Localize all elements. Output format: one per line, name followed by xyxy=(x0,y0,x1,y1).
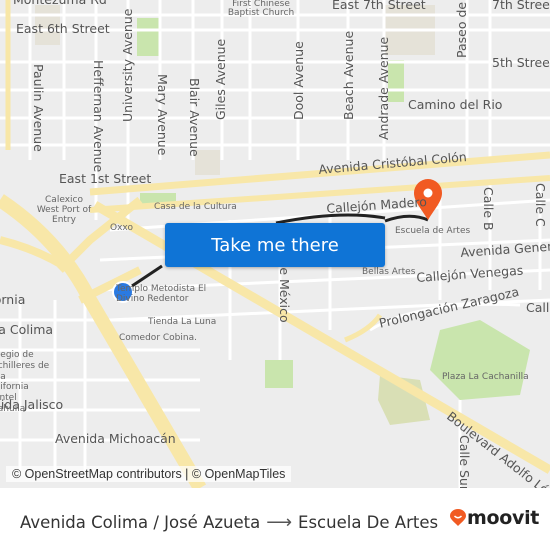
map-attribution[interactable]: © OpenStreetMap contributors | © OpenMap… xyxy=(6,466,292,482)
street-label: California xyxy=(0,292,26,307)
take-me-there-button[interactable]: Take me there xyxy=(165,223,385,267)
moovit-logo[interactable]: moovit xyxy=(449,507,539,529)
street-label: Avenida Michoacán xyxy=(55,431,176,446)
street-label: East 6th Street xyxy=(16,21,110,36)
poi-label: Tienda La Luna xyxy=(148,317,217,327)
moovit-wordmark: moovit xyxy=(467,507,540,529)
street-label: Beach Avenue xyxy=(341,30,356,120)
street-label: University Avenue xyxy=(120,8,135,122)
street-label: 5th Street xyxy=(492,55,550,70)
street-label: Calle B xyxy=(481,187,496,231)
poi-label: Colegio de Bachilleres de Baja Californi… xyxy=(0,350,50,414)
poi-label: Casa de la Cultura xyxy=(154,202,237,212)
poi-label: Templo Metodista El Divino Redentor xyxy=(116,284,207,305)
street-label: Paulin Avenue xyxy=(31,64,46,152)
route-summary: Avenida Colima / José Azueta ⟶ Escuela D… xyxy=(20,512,438,533)
street-label: Heffernan Avenue xyxy=(91,60,106,173)
street-label: Blair Avenue xyxy=(187,78,202,157)
street-label: Montezuma Rd xyxy=(13,0,107,7)
map[interactable]: Montezuma Rd East 6th Street East 7th St… xyxy=(0,0,550,488)
street-label: Calle Sur xyxy=(457,435,472,488)
poi-label: Bellas Artes xyxy=(362,267,416,277)
street-label: Calle C xyxy=(533,183,548,227)
park xyxy=(265,360,293,388)
street-label: Paseo de xyxy=(454,1,469,58)
street-label: Camino del Rio xyxy=(408,97,503,112)
poi-label: Calexico West Port of Entry xyxy=(36,195,92,225)
destination-stop: Escuela De Artes xyxy=(298,513,439,532)
street-label: Dool Avenue xyxy=(291,41,306,120)
moovit-pin-icon xyxy=(450,509,466,526)
origin-stop: Avenida Colima / José Azueta xyxy=(20,513,261,532)
street-label: Andrade Avenue xyxy=(376,36,391,140)
street-label: East 7th Street xyxy=(332,0,426,12)
street-label: Avenida Colima xyxy=(0,322,54,337)
poi-label: Comedor Cobina. xyxy=(119,333,197,343)
poi-label: Plaza La Cachanilla xyxy=(442,372,529,382)
street-label: Mary Avenue xyxy=(155,74,170,156)
poi-label: First Chinese Baptist Church xyxy=(227,0,295,18)
street-label: 7th Street xyxy=(492,0,550,12)
street-label: East 1st Street xyxy=(59,171,152,186)
street-label: Giles Avenue xyxy=(213,38,228,120)
arrow-right-icon: ⟶ xyxy=(266,512,293,533)
poi-label: Oxxo xyxy=(110,223,133,233)
poi-label: Escuela de Artes xyxy=(395,226,471,236)
park xyxy=(137,18,159,56)
street-label: Calle xyxy=(526,300,550,315)
